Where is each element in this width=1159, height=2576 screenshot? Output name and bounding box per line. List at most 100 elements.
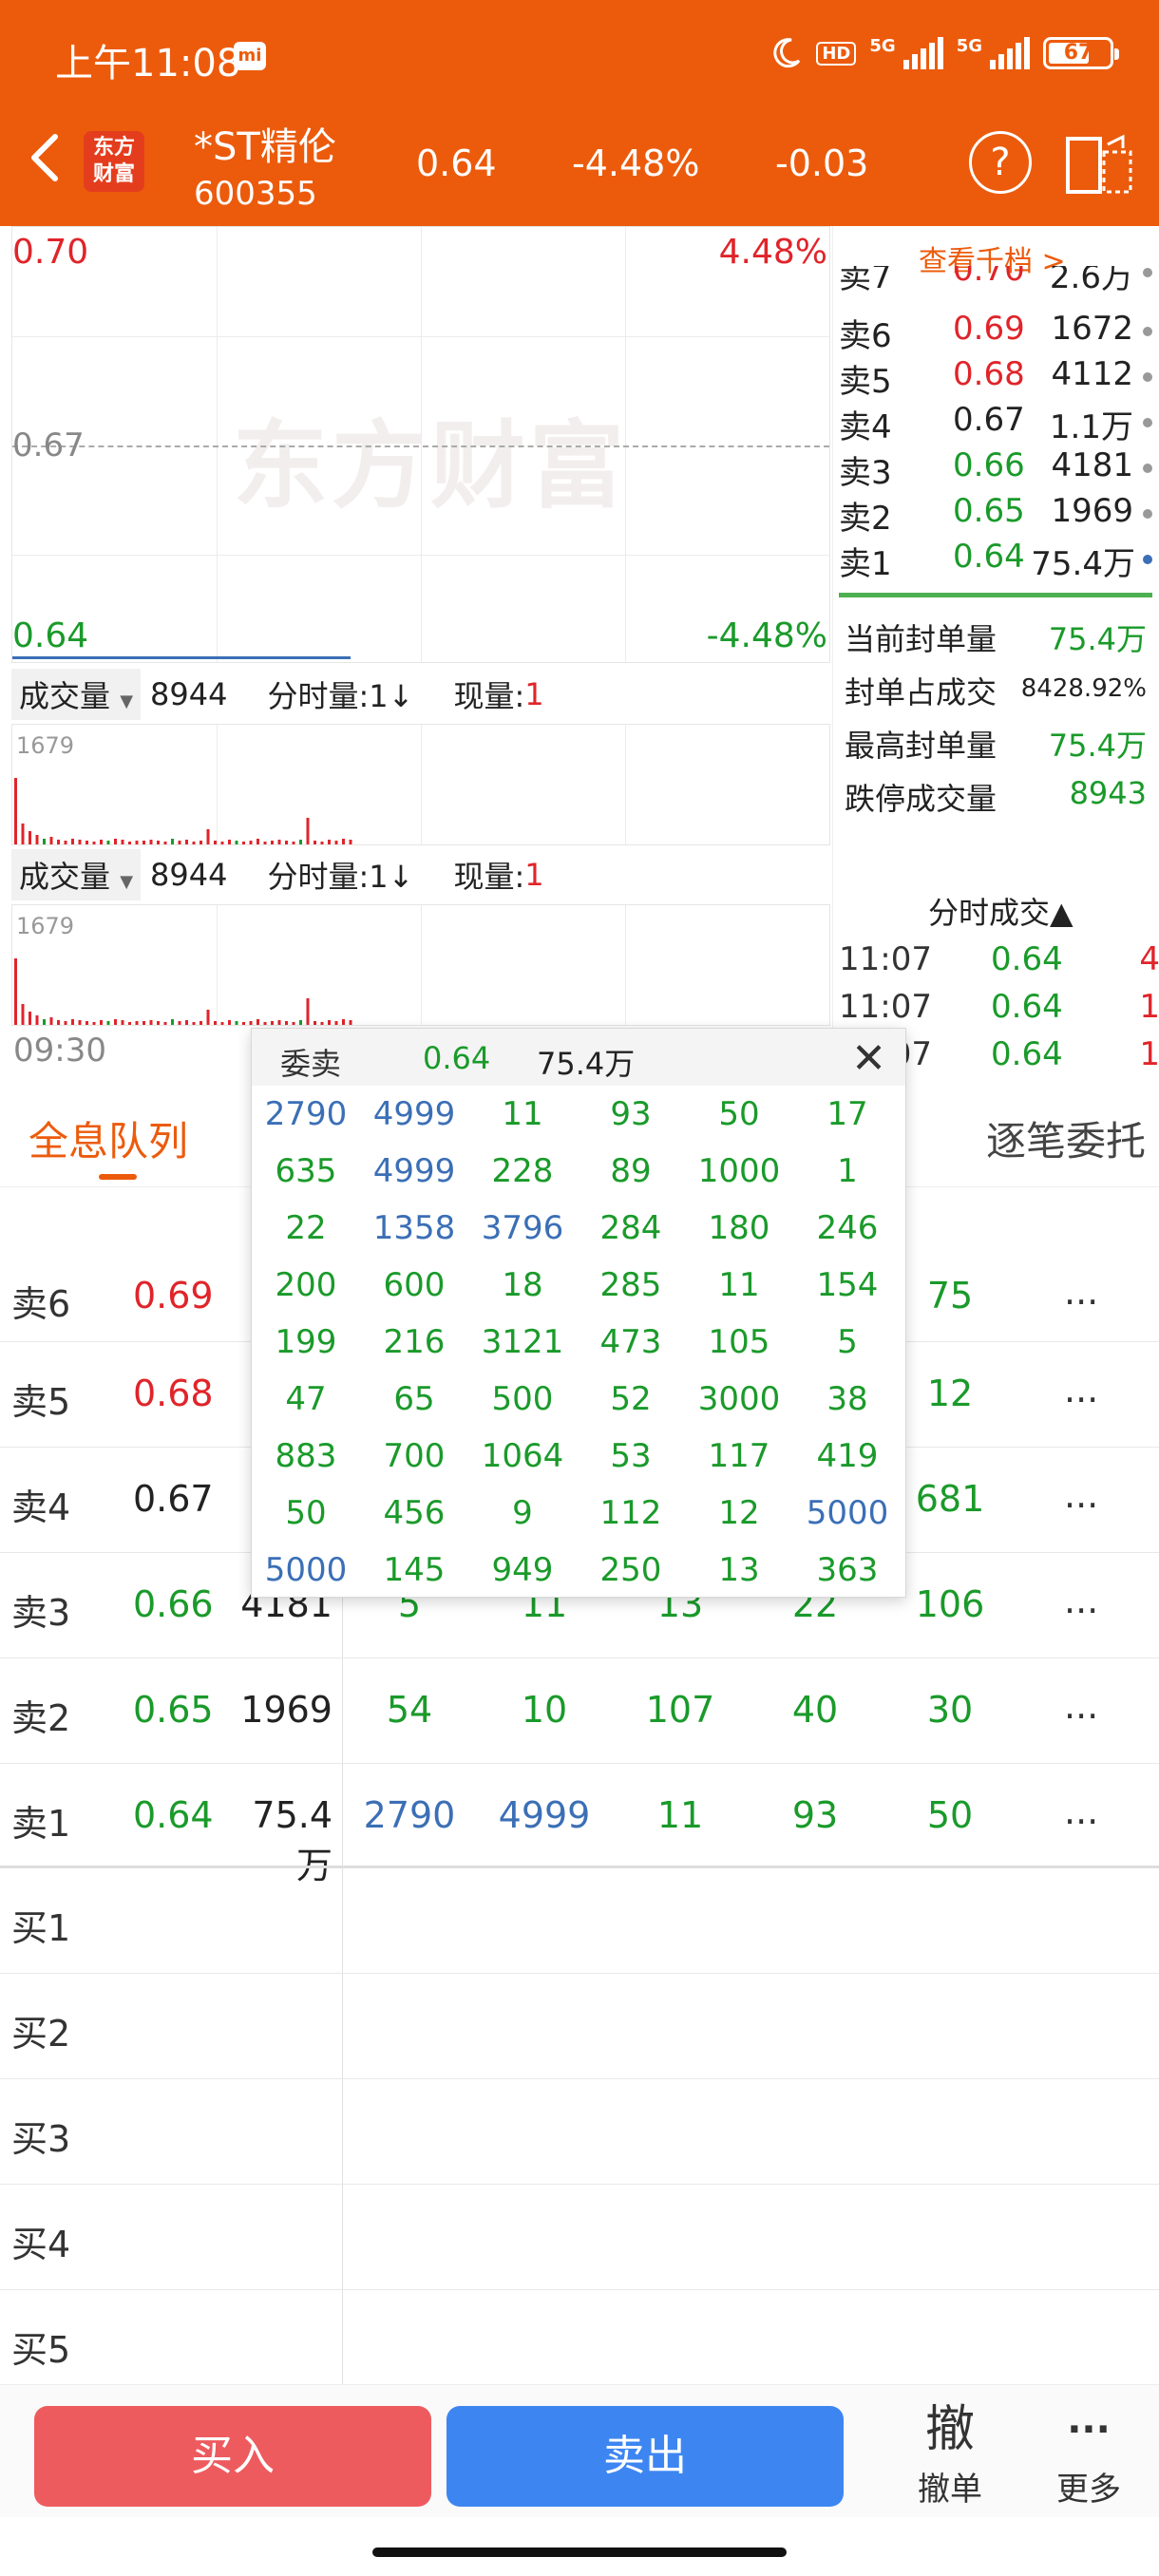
tab-full-queue[interactable]: 全息队列 (28, 1109, 188, 1167)
buy-button[interactable]: 买入 (34, 2406, 431, 2507)
more-button[interactable]: ··· 更多 (1032, 2396, 1146, 2510)
volume-bar (92, 1022, 96, 1025)
ask-row-2[interactable]: 卖2 0.65 1969 (839, 492, 1152, 538)
home-indicator[interactable] (372, 2548, 787, 2557)
chart-area[interactable]: 东方财富 0.70 0.67 0.64 4.48% -4.48% 成交量 ▼ 8… (0, 226, 831, 1081)
volume-header-2: 成交量 ▼ 8944 分时量:1↓ 现量: 1 (11, 845, 830, 904)
net-label-1: 5G (869, 36, 896, 56)
volume-bar (263, 842, 267, 844)
volume-bar (78, 840, 82, 844)
ask-row-5[interactable]: 卖5 0.68 4112 (839, 355, 1152, 401)
popup-grid-cell: 105 (708, 1323, 770, 1361)
ask-row-4[interactable]: 卖4 0.67 1.1万 (839, 401, 1152, 446)
volume-bar (277, 1020, 281, 1025)
ask-row-3[interactable]: 卖3 0.66 4181 (839, 446, 1152, 492)
popup-grid-cell: 199 (275, 1323, 337, 1361)
popup-grid-cell: 117 (708, 1437, 770, 1475)
volume-bar (220, 1022, 224, 1025)
popup-grid-cell: 4999 (372, 1152, 456, 1190)
watermark: 东方财富 (233, 410, 628, 521)
stock-code: 600355 (194, 175, 317, 213)
back-icon[interactable] (21, 129, 68, 186)
popup-grid-cell: 700 (383, 1437, 446, 1475)
stat-max-seal: 最高封单量 75.4万 (845, 728, 1147, 764)
help-icon[interactable]: ? (969, 131, 1032, 194)
queue-row-bid-4[interactable]: 买4 (0, 2185, 1159, 2290)
popup-grid-cell: 11 (502, 1095, 543, 1133)
volume-bar (49, 1017, 53, 1025)
popup-header: 委卖 0.64 75.4万 ✕ (252, 1029, 905, 1086)
sell-button[interactable]: 卖出 (446, 2406, 844, 2507)
popup-grid-cell: 112 (599, 1494, 662, 1532)
tick-trades-header[interactable]: 分时成交▲ (928, 889, 1074, 933)
sell-queue-popup[interactable]: 委卖 0.64 75.4万 ✕ 2790 4999 11 93 50 17 635 4999 2… (251, 1028, 906, 1598)
intraday-price-chart[interactable]: 东方财富 0.70 0.67 0.64 4.48% -4.48% (11, 226, 830, 663)
volume-bar (256, 839, 259, 844)
popup-grid-cell: 284 (599, 1209, 662, 1247)
volume-bar (328, 1020, 331, 1025)
volume-bar (178, 1021, 181, 1025)
volume-mode-1[interactable]: 分时量:1↓ (267, 672, 413, 716)
popup-grid-cell: 5000 (264, 1551, 348, 1589)
volume-bar (299, 840, 302, 844)
queue-row-bid-1[interactable]: 买1 (0, 1868, 1159, 1974)
volume-bar (43, 839, 46, 844)
popup-grid-cell: 1 (837, 1152, 858, 1190)
popup-grid-cell: 473 (599, 1323, 662, 1361)
popup-grid-cell: 93 (610, 1095, 652, 1133)
header-change-percent: -4.48% (572, 142, 700, 184)
volume-select-1[interactable]: 成交量 ▼ (11, 669, 142, 720)
queue-row-bid-2[interactable]: 买2 (0, 1974, 1159, 2079)
popup-grid-cell: 53 (610, 1437, 652, 1475)
volume-bar (157, 1021, 160, 1025)
volume-bar (349, 1020, 352, 1025)
popup-grid-cell: 635 (275, 1152, 337, 1190)
popup-grid-cell: 1000 (697, 1152, 781, 1190)
queue-row-ask-1[interactable]: 卖1 0.64 75.4万 2790 4999 11 93 50 ... (0, 1764, 1159, 1886)
close-icon[interactable]: ✕ (851, 1034, 886, 1083)
split-screen-icon[interactable] (1064, 131, 1134, 198)
stock-name[interactable]: *ST精伦 (194, 116, 336, 171)
bottom-action-bar: 买入 卖出 撤 撤单 ··· 更多 (0, 2384, 1159, 2517)
volume-mode-2[interactable]: 分时量:1↓ (267, 853, 413, 897)
volume-chart-2[interactable]: 1679 (11, 904, 830, 1026)
popup-grid-cell: 9 (512, 1494, 533, 1532)
volume-bar (64, 841, 67, 844)
volume-bar (314, 841, 316, 844)
volume-bar (57, 1020, 60, 1025)
queue-row-bid-5[interactable]: 买5 (0, 2290, 1159, 2384)
popup-grid-cell: 3000 (697, 1380, 781, 1418)
volume-bar (100, 840, 103, 844)
volume-bar (271, 841, 274, 844)
popup-grid-cell: 11 (718, 1266, 760, 1304)
tab-by-order[interactable]: 逐笔委托 (986, 1109, 1146, 1167)
volume-bar (328, 840, 331, 844)
volume-bar (35, 835, 39, 844)
popup-grid-cell: 52 (610, 1380, 652, 1418)
ask-row-6[interactable]: 卖6 0.69 1672 (839, 310, 1152, 355)
percent-axis-bottom: -4.48% (706, 616, 827, 655)
volume-bar (306, 998, 310, 1025)
volume-bar (334, 1021, 338, 1025)
more-dots-icon: ··· (1067, 2408, 1111, 2452)
popup-grid-cell: 180 (708, 1209, 770, 1247)
popup-grid-cell: 456 (383, 1494, 446, 1532)
cancel-order-button[interactable]: 撤 撤单 (893, 2396, 1007, 2510)
volume-select-2[interactable]: 成交量 ▼ (11, 849, 142, 900)
price-line (12, 656, 351, 659)
current-volume-value-1: 1 (524, 676, 544, 712)
ask-row-7[interactable]: 卖7 0.70 2.6万 (839, 266, 1152, 298)
volume-bar (86, 1021, 88, 1025)
ask-row-1[interactable]: 卖1 0.64 75.4万 (839, 538, 1152, 583)
popup-grid-cell: 419 (816, 1437, 879, 1475)
popup-grid-row: 22 1358 3796 284 180 246 (252, 1200, 905, 1257)
volume-bar (285, 841, 288, 844)
popup-grid-cell: 883 (275, 1437, 337, 1475)
queue-row-ask-2[interactable]: 卖2 0.65 1969 54 10 107 40 30 ... (0, 1658, 1159, 1764)
price-axis-mid: 0.67 (12, 426, 85, 464)
queue-row-bid-3[interactable]: 买3 (0, 2079, 1159, 2185)
volume-bar (135, 1021, 139, 1025)
volume-chart-1[interactable]: 1679 (11, 724, 830, 845)
current-volume-label-1: 现量: (453, 678, 525, 714)
volume-bar (35, 1015, 39, 1025)
